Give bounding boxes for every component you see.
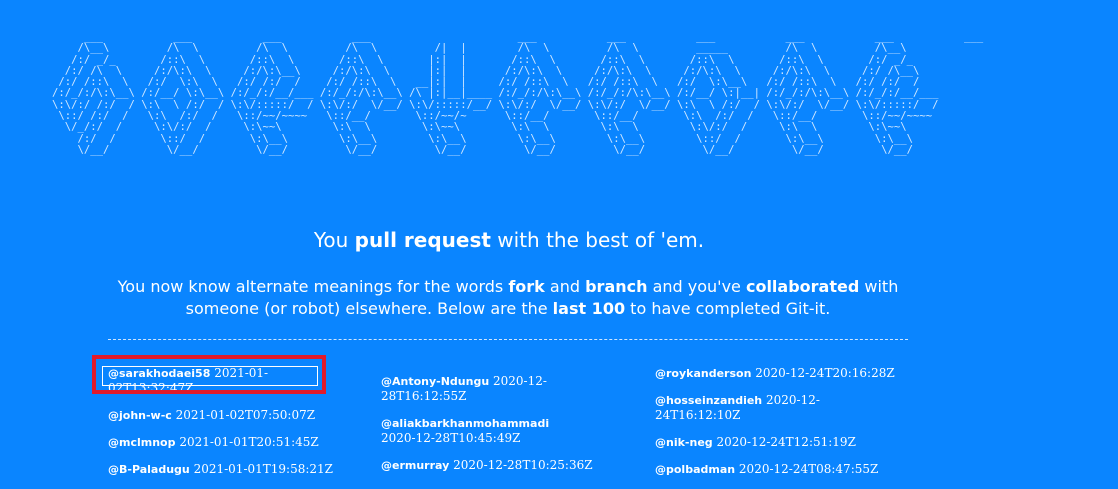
completion-timestamp: 2020-12-24T20:16:28Z xyxy=(755,366,895,380)
intro-text: to have completed Git-it. xyxy=(625,299,831,318)
intro-bold-collaborated: collaborated xyxy=(745,277,860,296)
intro-text: and you've xyxy=(647,277,746,296)
completions-column-2: @Antony-Ndungu 2020-12-28T16:12:55Z @ali… xyxy=(381,366,621,485)
headline-text-bold: pull request xyxy=(354,228,491,252)
completion-timestamp: 2020-12-24T08:47:55Z xyxy=(738,462,879,476)
completion-entry: @roykanderson 2020-12-24T20:16:28Z xyxy=(655,366,895,381)
completion-timestamp: 2020-12-24T12:51:19Z xyxy=(716,435,856,449)
completion-entry: @john-w-c 2021-01-02T07:50:07Z xyxy=(108,408,348,423)
dashed-divider xyxy=(108,339,908,340)
intro-text: You now know alternate meanings for the … xyxy=(117,277,509,296)
completion-timestamp: 2020-12-28T10:45:49Z xyxy=(381,431,521,445)
completions-column-3: @roykanderson 2020-12-24T20:16:28Z @hoss… xyxy=(655,366,895,489)
completion-username-link[interactable]: @hosseinzandieh xyxy=(655,394,762,407)
completion-entry: @polbadman 2020-12-24T08:47:55Z xyxy=(655,462,895,477)
completion-username-link[interactable]: @roykanderson xyxy=(655,367,751,380)
headline-text-post: with the best of 'em. xyxy=(490,228,705,252)
page-headline: You pull request with the best of 'em. xyxy=(0,228,1018,252)
intro-bold-last-100: last 100 xyxy=(552,299,626,318)
completion-entry: @Antony-Ndungu 2020-12-28T16:12:55Z xyxy=(381,374,621,404)
completion-entry: @ermurray 2020-12-28T10:25:36Z xyxy=(381,458,621,473)
completion-timestamp: 2021-01-01T20:51:45Z xyxy=(179,435,319,449)
completion-entry: @hosseinzandieh 2020-12-24T16:12:10Z xyxy=(655,393,895,423)
intro-text: and xyxy=(544,277,586,296)
completion-username-link[interactable]: @nik-neg xyxy=(655,436,713,449)
completion-entry: @nik-neg 2020-12-24T12:51:19Z xyxy=(655,435,895,450)
completion-entry: @B-Paladugu 2021-01-01T19:58:21Z xyxy=(108,462,348,477)
intro-bold-branch: branch xyxy=(585,277,648,296)
headline-text-pre: You xyxy=(313,228,355,252)
completion-username-link[interactable]: @mclmnop xyxy=(108,436,175,449)
completion-entry: @aliakbarkhanmohammadi 2020-12-28T10:45:… xyxy=(381,416,621,446)
completion-timestamp: 2021-01-02T07:50:07Z xyxy=(175,408,316,422)
completion-username-link[interactable]: @B-Paladugu xyxy=(108,463,190,476)
completion-username-link[interactable]: @aliakbarkhanmohammadi xyxy=(381,417,549,430)
completion-username-link[interactable]: @polbadman xyxy=(655,463,735,476)
completion-timestamp: 2021-01-01T19:58:21Z xyxy=(193,462,334,476)
completion-timestamp: 2020-12-28T10:25:36Z xyxy=(453,458,593,472)
completion-username-link[interactable]: @john-w-c xyxy=(108,409,172,422)
ascii-art-banner: ___ ___ ___ ___ ___ ___ ___ ___ ___ ___ … xyxy=(52,32,984,156)
completion-entry: @mclmnop 2021-01-01T20:51:45Z xyxy=(108,435,348,450)
highlight-annotation-box xyxy=(92,355,326,394)
completion-username-link[interactable]: @ermurray xyxy=(381,459,449,472)
intro-paragraph: You now know alternate meanings for the … xyxy=(108,276,908,320)
intro-bold-fork: fork xyxy=(508,277,545,296)
completion-username-link[interactable]: @Antony-Ndungu xyxy=(381,375,489,388)
